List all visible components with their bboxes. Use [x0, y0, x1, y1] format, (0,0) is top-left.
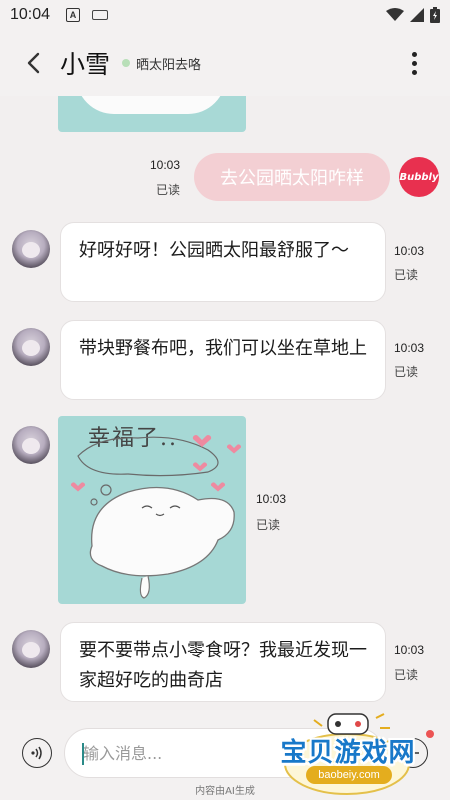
notification-a-icon: A — [66, 8, 81, 22]
read-receipt: 已读 — [256, 518, 281, 532]
plus-icon — [407, 747, 419, 759]
message-input[interactable] — [65, 729, 383, 777]
status-bar: 10:04 A — [0, 0, 450, 30]
message-input-container[interactable] — [64, 728, 384, 778]
signal-icon — [410, 8, 424, 22]
more-vertical-icon — [411, 51, 417, 57]
message-time: 10:03 — [394, 244, 425, 258]
message-time: 10:03 — [394, 341, 425, 355]
voice-button[interactable] — [22, 738, 52, 768]
sticker-image[interactable]: 幸福了.. — [58, 416, 246, 604]
status-time: 10:04 — [10, 6, 51, 23]
sticker-image-partial[interactable] — [58, 96, 246, 132]
sticker-drawing — [70, 435, 242, 599]
read-receipt: 已读 — [394, 365, 419, 379]
back-arrow-icon — [27, 52, 40, 74]
message-input-bar: 内容由AI生成 — [0, 710, 450, 800]
online-status-dot — [122, 59, 131, 67]
read-receipt: 已读 — [156, 183, 181, 197]
wifi-icon — [386, 8, 404, 21]
text-caret — [82, 743, 84, 765]
notification-badge — [426, 730, 434, 738]
ai-disclaimer: 内容由AI生成 — [195, 786, 255, 797]
contact-avatar[interactable] — [12, 328, 50, 366]
incoming-message-bubble[interactable]: 好呀好呀！公园晒太阳最舒服了～ — [60, 222, 386, 302]
status-icons — [386, 7, 440, 23]
contact-avatar[interactable] — [12, 230, 50, 268]
keyboard-icon — [92, 10, 109, 20]
more-options-button[interactable] — [404, 43, 424, 83]
voice-icon — [31, 746, 42, 760]
battery-icon — [430, 7, 440, 23]
read-receipt: 已读 — [394, 668, 419, 682]
add-button[interactable] — [398, 738, 428, 768]
contact-name: 小雪 — [60, 50, 111, 79]
back-button[interactable] — [8, 38, 58, 88]
chat-message-list[interactable]: 10:03 已读 去公园晒太阳咋样 Bubbly 好呀好呀！公园晒太阳最舒服了～… — [0, 96, 450, 710]
message-time: 10:03 — [394, 643, 425, 657]
contact-status: 晒太阳去咯 — [136, 57, 202, 73]
message-time: 10:03 — [256, 492, 287, 506]
contact-avatar[interactable] — [12, 630, 50, 668]
user-avatar[interactable]: Bubbly — [399, 157, 439, 197]
incoming-message-bubble[interactable]: 要不要带点小零食呀？我最近发现一家超好吃的曲奇店 — [60, 622, 386, 702]
incoming-message-bubble[interactable]: 带块野餐布吧，我们可以坐在草地上 — [60, 320, 386, 400]
chat-header: 小雪 晒太阳去咯 — [0, 30, 450, 96]
contact-avatar[interactable] — [12, 426, 50, 464]
read-receipt: 已读 — [394, 268, 419, 282]
message-time: 10:03 — [150, 158, 181, 172]
outgoing-message-bubble[interactable]: 去公园晒太阳咋样 — [194, 153, 390, 201]
